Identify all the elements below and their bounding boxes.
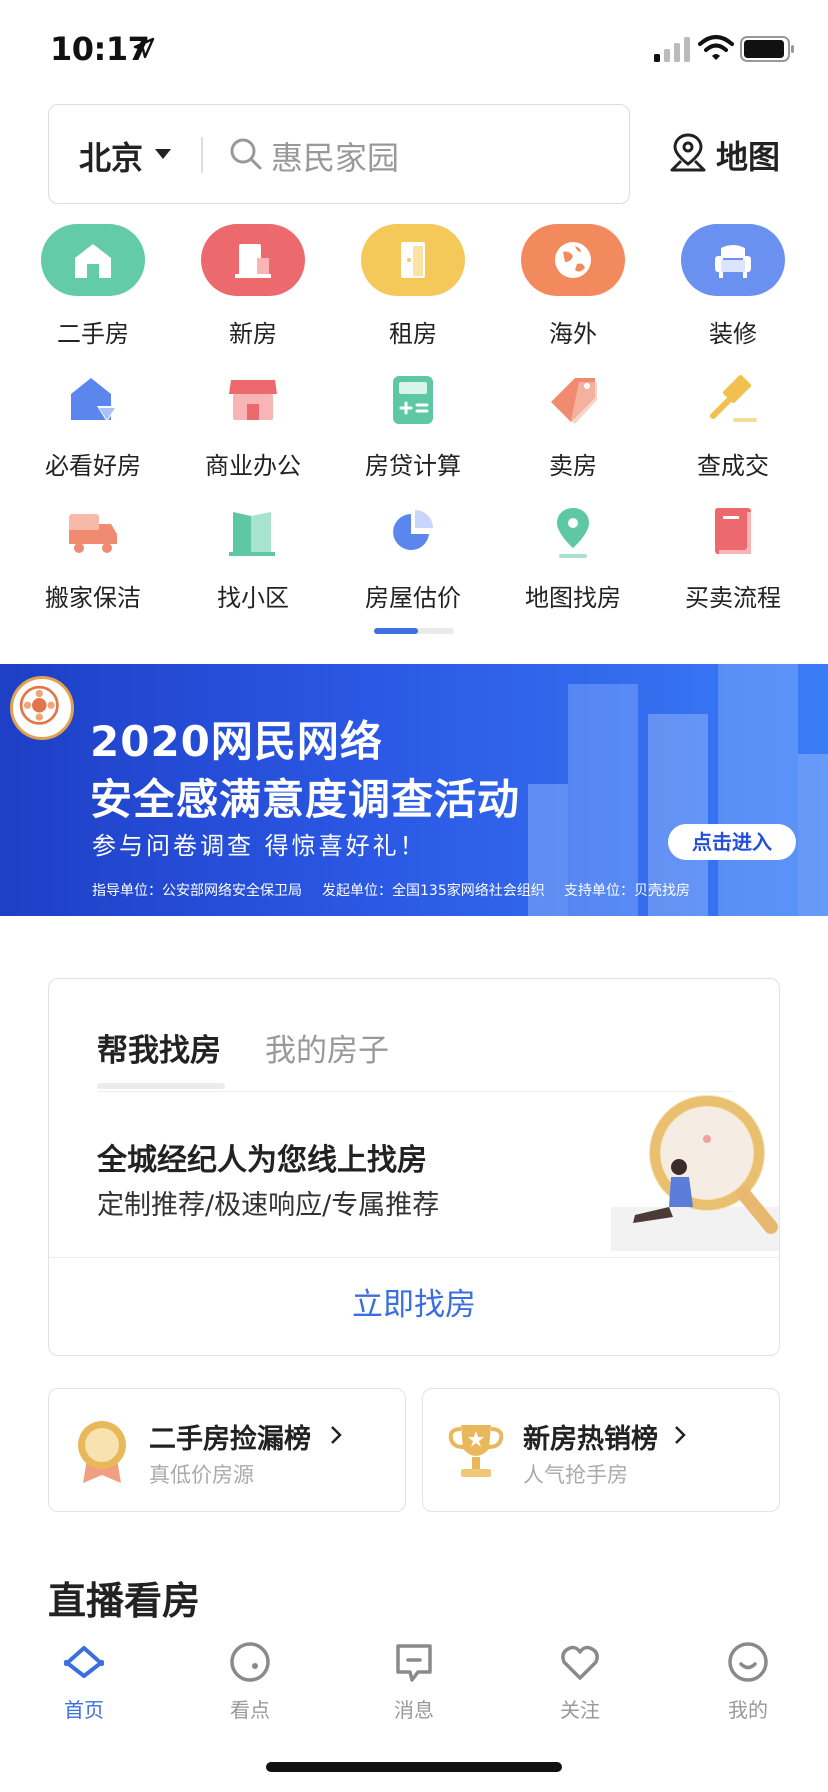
tab-messages[interactable]: 消息 bbox=[354, 1640, 474, 1730]
message-icon bbox=[396, 1644, 432, 1682]
battery-icon bbox=[740, 36, 794, 62]
search-bar[interactable]: 北京 惠民家园 bbox=[48, 104, 630, 204]
category-label: 必看好房 bbox=[45, 452, 141, 480]
tab-label: 关注 bbox=[560, 1698, 600, 1722]
page-indicator bbox=[374, 628, 454, 634]
house-icon bbox=[41, 224, 145, 296]
page-indicator-active bbox=[374, 628, 418, 634]
category-label: 新房 bbox=[229, 320, 277, 348]
globe-icon bbox=[521, 224, 625, 296]
tab-home[interactable]: 首页 bbox=[24, 1640, 144, 1730]
truck-icon bbox=[69, 514, 117, 553]
category-label: 找小区 bbox=[217, 584, 289, 612]
category-label: 买卖流程 bbox=[685, 584, 781, 612]
tab-label: 我的 bbox=[728, 1698, 768, 1722]
ranking-subtitle: 人气抢手房 bbox=[523, 1463, 628, 1487]
tab-my-house[interactable]: 我的房子 bbox=[265, 1025, 389, 1070]
card-headline: 全城经纪人为您线上找房 bbox=[97, 1143, 427, 1178]
tab-help-find-house[interactable]: 帮我找房 bbox=[97, 1025, 221, 1070]
medal-icon bbox=[78, 1421, 126, 1483]
organization-seal-logo bbox=[10, 676, 74, 740]
location-arrow-icon bbox=[133, 37, 155, 59]
ranking-title: 新房热销榜 bbox=[523, 1424, 658, 1455]
home-indicator bbox=[266, 1762, 562, 1772]
banner-subtitle: 参与问卷调查 得惊喜好礼！ bbox=[92, 832, 427, 860]
chevron-right-icon bbox=[331, 1426, 342, 1444]
ranking-title: 二手房捡漏榜 bbox=[149, 1424, 311, 1455]
find-house-now-button[interactable]: 立即找房 bbox=[49, 1279, 779, 1324]
door-icon bbox=[361, 224, 465, 296]
tab-profile[interactable]: 我的 bbox=[688, 1640, 808, 1730]
shield-house-icon bbox=[71, 378, 117, 422]
book-icon bbox=[715, 508, 751, 554]
category-label: 搬家保洁 bbox=[45, 584, 141, 612]
search-input[interactable]: 惠民家园 bbox=[271, 133, 399, 179]
caret-down-icon[interactable] bbox=[155, 149, 171, 159]
tab-follow[interactable]: 关注 bbox=[520, 1640, 640, 1730]
discover-icon bbox=[230, 1642, 270, 1682]
map-button[interactable]: 地图 bbox=[668, 128, 788, 178]
tab-label: 看点 bbox=[230, 1698, 270, 1722]
search-divider bbox=[201, 137, 203, 173]
tab-underline bbox=[97, 1083, 225, 1089]
banner-footer-support: 支持单位：贝壳找房 bbox=[564, 883, 690, 899]
pie-chart-icon bbox=[393, 510, 433, 550]
category-label: 商业办公 bbox=[205, 452, 301, 480]
category-label: 二手房 bbox=[57, 320, 129, 348]
tab-label: 消息 bbox=[394, 1698, 434, 1722]
new-house-hot-ranking[interactable]: 新房热销榜 人气抢手房 bbox=[422, 1388, 780, 1512]
status-bar: 10:17 bbox=[0, 0, 828, 100]
category-label: 海外 bbox=[549, 320, 597, 348]
wifi-icon bbox=[698, 35, 734, 60]
profile-icon bbox=[728, 1642, 768, 1682]
sofa-icon bbox=[681, 224, 785, 296]
category-label: 房贷计算 bbox=[365, 452, 461, 480]
promo-banner[interactable]: 2020网民网络 安全感满意度调查活动 参与问卷调查 得惊喜好礼！ 点击进入 指… bbox=[0, 664, 828, 916]
map-pin-icon bbox=[557, 508, 589, 558]
buildings-icon bbox=[229, 512, 275, 556]
banner-footer-guide: 指导单位：公安部网络安全保卫局 bbox=[92, 883, 302, 899]
shop-icon bbox=[229, 380, 277, 420]
city-skyline-graphic bbox=[528, 664, 828, 916]
category-label: 地图找房 bbox=[525, 584, 621, 612]
map-pin-outline-icon bbox=[670, 133, 706, 172]
heart-icon bbox=[561, 1645, 599, 1680]
category-label: 查成交 bbox=[697, 452, 769, 480]
banner-footer-initiator: 发起单位：全国135家网络社会组织 bbox=[322, 883, 545, 899]
tab-discover[interactable]: 看点 bbox=[190, 1640, 310, 1730]
magnifier-person-illustration bbox=[611, 1095, 779, 1251]
ranking-subtitle: 真低价房源 bbox=[149, 1463, 254, 1487]
banner-title-line1: 2020网民网络 bbox=[90, 717, 383, 766]
city-selector[interactable]: 北京 bbox=[79, 133, 143, 179]
cellular-signal-icon bbox=[654, 37, 690, 62]
search-icon bbox=[230, 138, 262, 170]
banner-cta-button[interactable]: 点击进入 bbox=[668, 824, 796, 860]
secondhand-bargain-ranking[interactable]: 二手房捡漏榜 真低价房源 bbox=[48, 1388, 406, 1512]
chevron-right-icon bbox=[675, 1426, 686, 1444]
category-label: 卖房 bbox=[549, 452, 597, 480]
banner-title-line2: 安全感满意度调查活动 bbox=[90, 775, 521, 824]
category-label: 房屋估价 bbox=[365, 584, 461, 612]
tab-label: 首页 bbox=[64, 1698, 104, 1722]
price-tag-icon bbox=[551, 378, 597, 424]
calculator-icon bbox=[393, 376, 433, 424]
live-viewing-section-title: 直播看房 bbox=[48, 1579, 201, 1623]
map-button-label: 地图 bbox=[716, 138, 781, 176]
find-house-card: 帮我找房 我的房子 全城经纪人为您线上找房 定制推荐/极速响应/专属推荐 立即找… bbox=[48, 978, 780, 1356]
building-icon bbox=[201, 224, 305, 296]
home-icon bbox=[64, 1646, 104, 1678]
trophy-icon bbox=[448, 1425, 504, 1477]
category-label: 租房 bbox=[389, 320, 437, 348]
gavel-icon bbox=[710, 374, 757, 422]
card-divider bbox=[49, 1257, 779, 1258]
card-subline: 定制推荐/极速响应/专属推荐 bbox=[97, 1190, 440, 1221]
category-label: 装修 bbox=[709, 320, 757, 348]
